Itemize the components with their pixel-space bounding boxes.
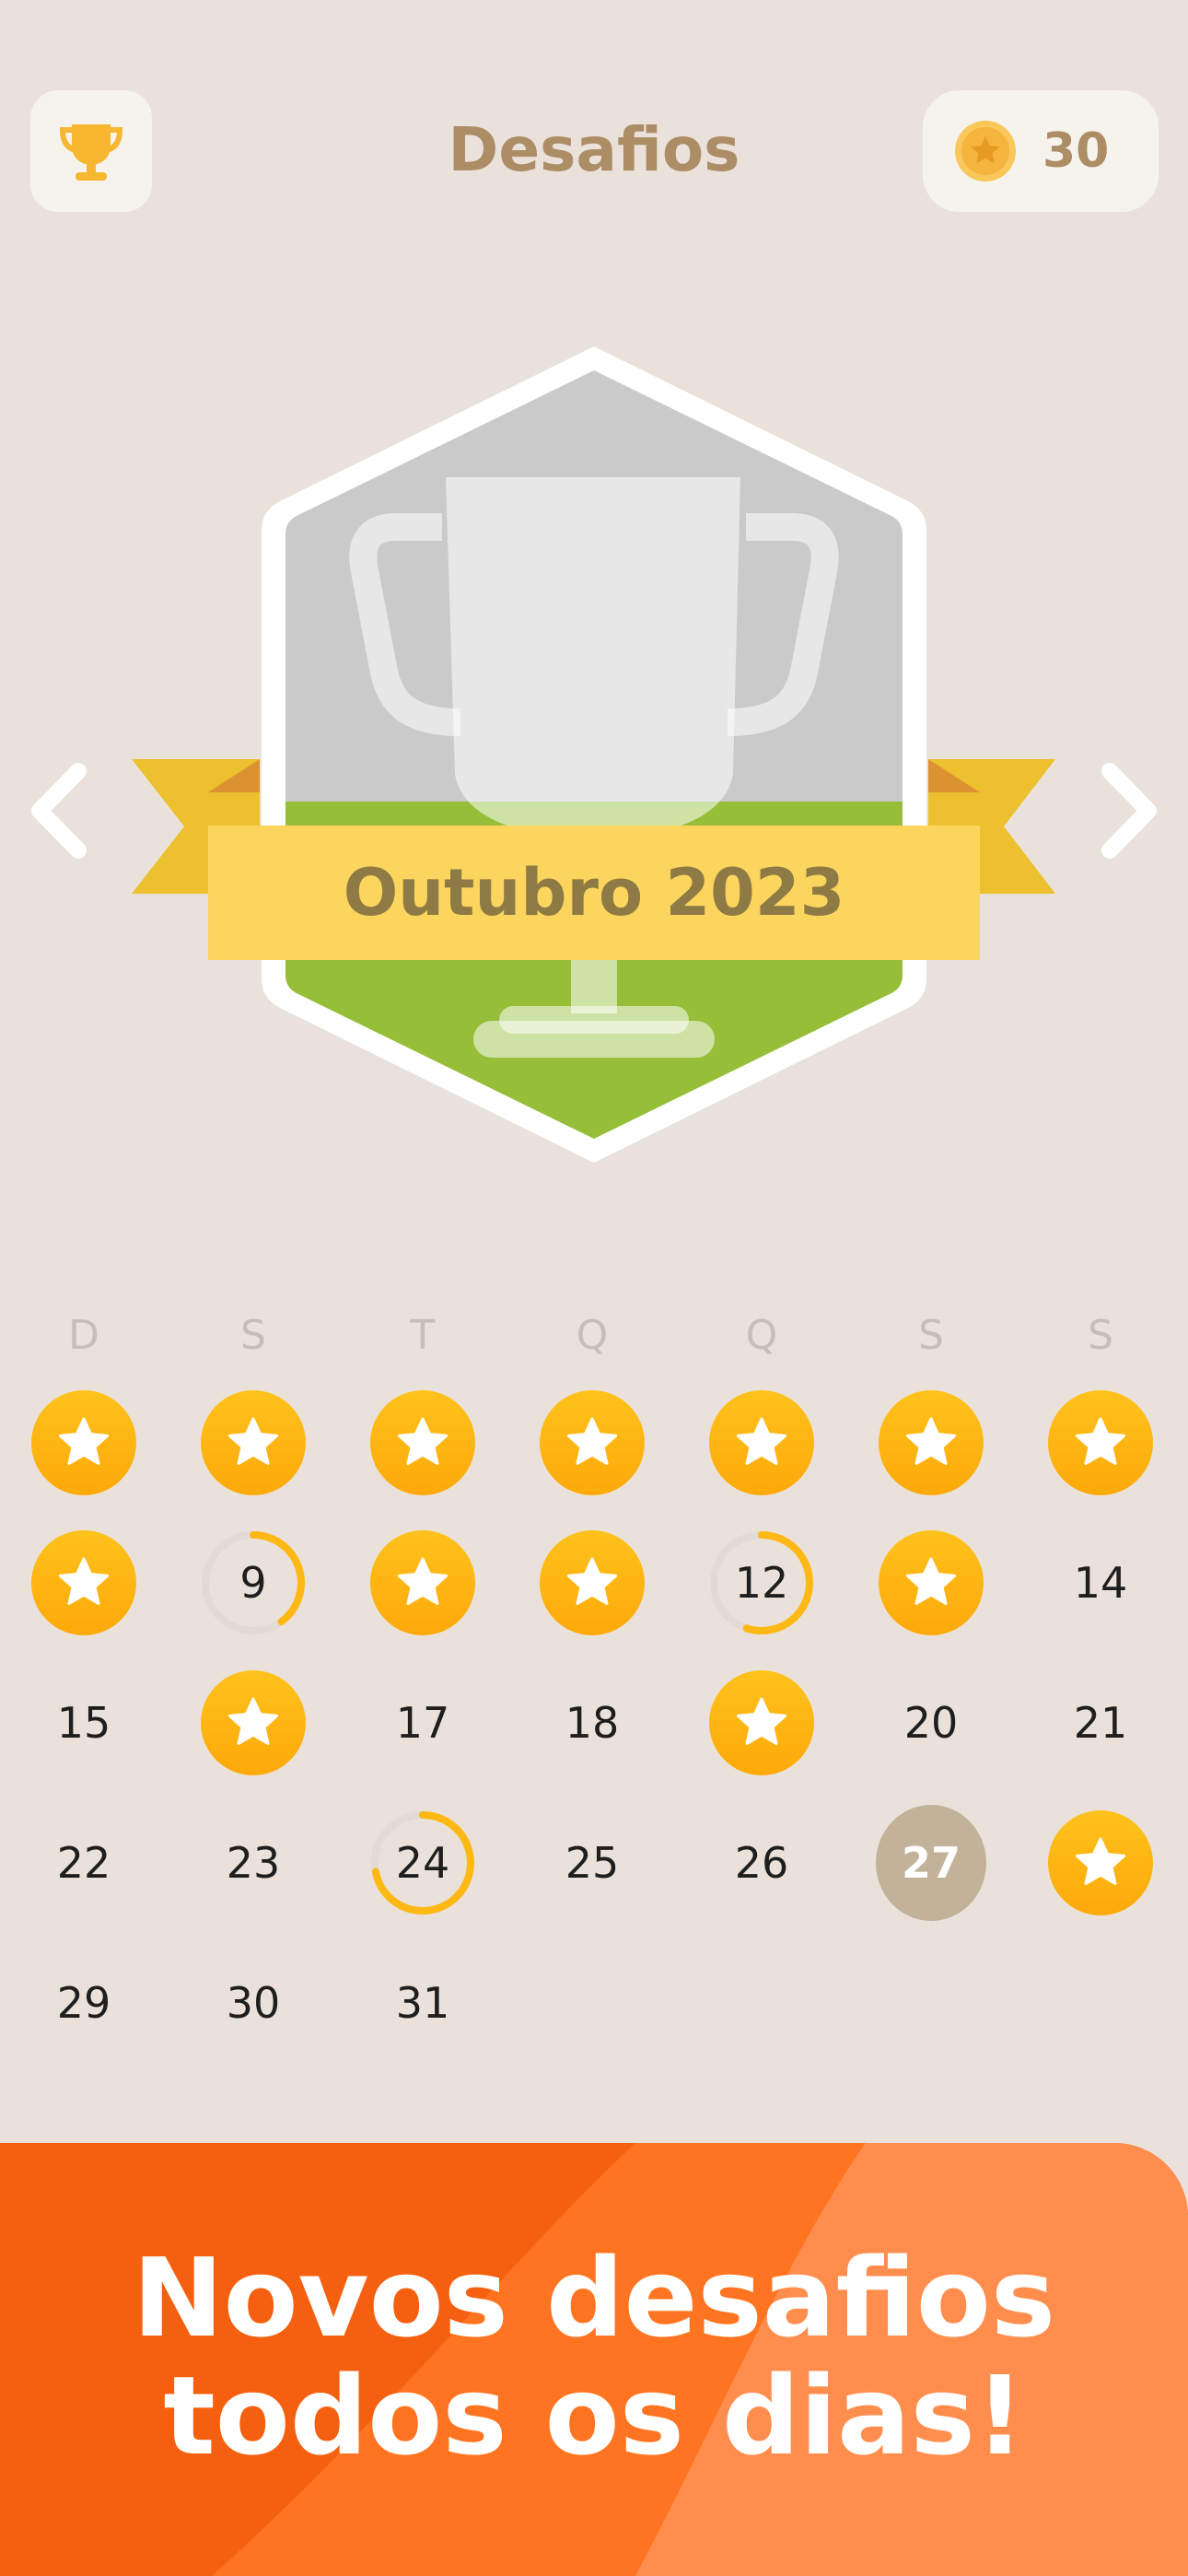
promo-headline: Novos desafios todos os dias! [0, 2239, 1188, 2475]
calendar-day-12[interactable]: 12 [706, 1528, 817, 1638]
completed-day-star [370, 1390, 475, 1495]
calendar-day-22[interactable]: 22 [29, 1808, 139, 1918]
promo-line-1: Novos desafios [132, 2234, 1056, 2361]
monthly-badge [132, 346, 1055, 1163]
day-number: 12 [734, 1558, 789, 1608]
completed-day-star [540, 1390, 645, 1495]
completed-day-star [31, 1390, 136, 1495]
day-number: 22 [56, 1838, 111, 1888]
day-number: 17 [395, 1698, 450, 1748]
day-number: 30 [226, 1978, 281, 2028]
day-number: 31 [395, 1978, 450, 2028]
calendar-day-5[interactable] [706, 1388, 817, 1498]
calendar-day-27[interactable]: 27 [876, 1805, 986, 1921]
day-number: 29 [56, 1978, 111, 2028]
star-icon [227, 1697, 279, 1745]
completed-day-star [370, 1530, 475, 1635]
calendar-day-10[interactable] [367, 1528, 478, 1638]
star-coin-icon [955, 121, 1016, 181]
star-icon [566, 1557, 618, 1605]
calendar-day-20[interactable]: 20 [876, 1668, 986, 1778]
day-number: 21 [1073, 1698, 1128, 1748]
weekday-label: D [68, 1312, 99, 1359]
coins-counter[interactable]: 30 [923, 90, 1159, 212]
calendar-day-3[interactable] [367, 1388, 478, 1498]
calendar-day-29[interactable]: 29 [29, 1948, 139, 2058]
calendar-day-14[interactable]: 14 [1045, 1528, 1156, 1638]
calendar-day-24[interactable]: 24 [367, 1808, 478, 1918]
completed-day-star [201, 1670, 306, 1775]
calendar-day-6[interactable] [876, 1388, 986, 1498]
star-icon [1075, 1417, 1126, 1465]
weekday-label: Q [576, 1312, 609, 1359]
completed-day-star [879, 1530, 984, 1635]
completed-day-star [709, 1390, 814, 1495]
star-icon [566, 1417, 618, 1465]
completed-day-star [201, 1390, 306, 1495]
completed-day-star [540, 1530, 645, 1635]
calendar-day-30[interactable]: 30 [198, 1948, 309, 2058]
day-number: 23 [226, 1838, 281, 1888]
day-number: 24 [395, 1838, 450, 1888]
weekday-label: Q [745, 1312, 778, 1359]
completed-day-star [1048, 1390, 1153, 1495]
previous-month-button[interactable] [13, 755, 105, 866]
calendar-day-2[interactable] [198, 1388, 309, 1498]
month-label: Outubro 2023 [343, 855, 845, 931]
day-number: 26 [734, 1838, 789, 1888]
calendar-day-19[interactable] [706, 1668, 817, 1778]
completed-day-star [879, 1390, 984, 1495]
promo-line-2: todos os dias! [163, 2352, 1025, 2479]
day-number: 9 [239, 1558, 267, 1608]
calendar-day-1[interactable] [29, 1388, 139, 1498]
day-number: 15 [56, 1698, 111, 1748]
star-icon [736, 1417, 787, 1465]
calendar-day-17[interactable]: 17 [367, 1668, 478, 1778]
coin-count: 30 [1042, 123, 1110, 179]
completed-day-star [1048, 1810, 1153, 1915]
star-icon [397, 1557, 448, 1605]
next-month-button[interactable] [1083, 755, 1175, 866]
calendar-day-21[interactable]: 21 [1045, 1668, 1156, 1778]
weekday-label: S [918, 1312, 944, 1359]
chevron-right-icon [1101, 763, 1157, 859]
star-icon [397, 1417, 448, 1465]
star-icon [905, 1557, 957, 1605]
calendar-day-11[interactable] [537, 1528, 647, 1638]
day-number: 27 [901, 1838, 961, 1888]
star-icon [905, 1417, 957, 1465]
weekday-label: S [240, 1312, 266, 1359]
calendar-day-18[interactable]: 18 [537, 1668, 647, 1778]
calendar-day-9[interactable]: 9 [198, 1528, 309, 1638]
calendar-day-15[interactable]: 15 [29, 1668, 139, 1778]
day-number: 18 [565, 1698, 620, 1748]
weekday-label: T [410, 1312, 436, 1359]
calendar-day-23[interactable]: 23 [198, 1808, 309, 1918]
weekday-label: S [1088, 1312, 1113, 1359]
calendar-day-4[interactable] [537, 1388, 647, 1498]
star-icon [736, 1697, 787, 1745]
day-number: 20 [903, 1698, 959, 1748]
star-icon [227, 1417, 279, 1465]
chevron-left-icon [31, 763, 87, 859]
star-icon [58, 1557, 110, 1605]
calendar-day-25[interactable]: 25 [537, 1808, 647, 1918]
calendar-day-28[interactable] [1045, 1808, 1156, 1918]
star-icon [1075, 1837, 1126, 1885]
today-marker: 27 [876, 1805, 986, 1921]
completed-day-star [709, 1670, 814, 1775]
calendar-day-16[interactable] [198, 1668, 309, 1778]
calendar-day-31[interactable]: 31 [367, 1948, 478, 2058]
calendar-day-26[interactable]: 26 [706, 1808, 817, 1918]
calendar-day-7[interactable] [1045, 1388, 1156, 1498]
calendar-day-8[interactable] [29, 1528, 139, 1638]
completed-day-star [31, 1530, 136, 1635]
day-number: 25 [565, 1838, 620, 1888]
star-icon [58, 1417, 110, 1465]
calendar-day-13[interactable] [876, 1528, 986, 1638]
day-number: 14 [1073, 1558, 1128, 1608]
